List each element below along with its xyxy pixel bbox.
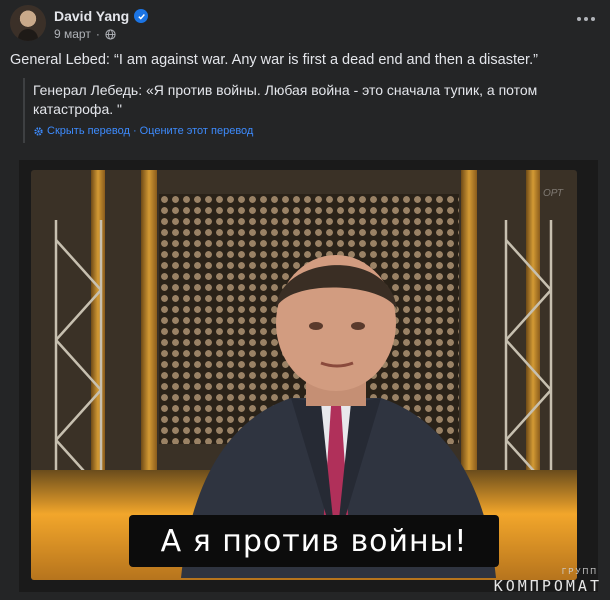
- link-separator: ·: [132, 125, 137, 137]
- dot-separator: ·: [95, 27, 100, 41]
- more-dot-icon: [591, 17, 595, 21]
- rate-translation-link[interactable]: Оцените этот перевод: [140, 125, 254, 137]
- more-options-button[interactable]: [572, 9, 600, 29]
- verified-badge-icon: [134, 9, 149, 23]
- more-dot-icon: [584, 17, 588, 21]
- translation-block: Генерал Лебедь: «Я против войны. Любая в…: [23, 78, 553, 143]
- post-text: General Lebed: “I am against war. Any wa…: [10, 52, 538, 68]
- more-dot-icon: [577, 17, 581, 21]
- author-line: David Yang: [54, 8, 149, 24]
- post-date[interactable]: 9 март: [54, 27, 91, 41]
- video-frame-image: ОРТ А я против войны!: [31, 170, 577, 580]
- translation-text: Генерал Лебедь: «Я против войны. Любая в…: [33, 82, 538, 117]
- author-avatar[interactable]: [10, 5, 46, 41]
- hide-translation-link[interactable]: Скрыть перевод: [47, 125, 130, 137]
- watermark-small-text: ГРУПП: [561, 567, 598, 576]
- channel-watermark: ОРТ: [543, 188, 563, 199]
- gear-icon: [34, 126, 43, 136]
- post-meta: 9 март ·: [54, 27, 116, 41]
- video-player[interactable]: ОРТ А я против войны!: [19, 160, 598, 592]
- author-name[interactable]: David Yang: [54, 8, 129, 24]
- globe-icon: [105, 28, 116, 40]
- video-subtitle: А я против войны!: [129, 515, 499, 567]
- post-header: David Yang 9 март ·: [10, 5, 600, 45]
- kompromat-watermark: ГРУПП КОМПРОМАТ: [493, 567, 602, 595]
- translation-links: Скрыть перевод · Оцените этот перевод: [33, 125, 253, 137]
- subtitle-text: А я против войны!: [160, 523, 468, 559]
- watermark-main-text: КОМПРОМАТ: [493, 577, 602, 595]
